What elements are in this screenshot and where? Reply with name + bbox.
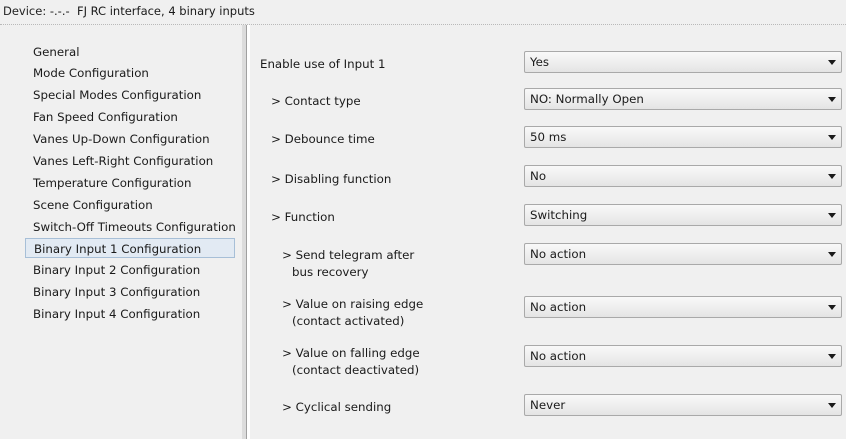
chevron-down-icon <box>828 135 836 140</box>
param-label-raising-edge-line2: (contact activated) <box>292 314 405 328</box>
param-label-function: > Function <box>271 210 335 224</box>
send-telegram-dropdown[interactable]: No action <box>524 243 842 265</box>
sidebar-item-binary-input-4-configuration[interactable]: Binary Input 4 Configuration <box>33 304 200 324</box>
cyclical-sending-dropdown[interactable]: Never <box>524 394 842 416</box>
param-label-send-telegram: > Send telegram after <box>282 248 415 262</box>
device-address: -.-.- <box>49 4 70 18</box>
sidebar-item-scene-configuration[interactable]: Scene Configuration <box>33 195 153 215</box>
panel-splitter[interactable] <box>242 25 247 439</box>
dropdown-value: Yes <box>530 55 550 69</box>
param-label-falling-edge-line2: (contact deactivated) <box>292 363 420 377</box>
param-label-debounce-time: > Debounce time <box>271 132 375 146</box>
sidebar-item-temperature-configuration[interactable]: Temperature Configuration <box>33 173 191 193</box>
device-label: Device: <box>3 4 47 18</box>
sidebar-item-fan-speed-configuration[interactable]: Fan Speed Configuration <box>33 107 178 127</box>
sidebar-item-binary-input-1-configuration[interactable]: Binary Input 1 Configuration <box>25 238 235 258</box>
debounce-time-dropdown[interactable]: 50 ms <box>524 126 842 148</box>
param-label-enable-input-1: Enable use of Input 1 <box>260 57 386 71</box>
sidebar: General Mode Configuration Special Modes… <box>0 25 243 439</box>
dropdown-value: 50 ms <box>530 130 567 144</box>
sidebar-item-mode-configuration[interactable]: Mode Configuration <box>33 63 149 83</box>
param-label-send-telegram-line2: bus recovery <box>292 265 369 279</box>
chevron-down-icon <box>828 174 836 179</box>
param-label-disabling-function: > Disabling function <box>271 172 392 186</box>
sidebar-item-vanes-left-right-configuration[interactable]: Vanes Left-Right Configuration <box>33 151 213 171</box>
falling-edge-dropdown[interactable]: No action <box>524 345 842 367</box>
dropdown-value: NO: Normally Open <box>530 92 644 106</box>
chevron-down-icon <box>828 213 836 218</box>
dropdown-value: Never <box>530 398 566 412</box>
device-title-bar: Device: -.-.- FJ RC interface, 4 binary … <box>0 0 846 25</box>
dropdown-value: No action <box>530 300 587 314</box>
chevron-down-icon <box>828 354 836 359</box>
raising-edge-dropdown[interactable]: No action <box>524 296 842 318</box>
param-label-cyclical-sending: > Cyclical sending <box>282 400 392 414</box>
contact-type-dropdown[interactable]: NO: Normally Open <box>524 88 842 110</box>
sidebar-item-switch-off-timeouts-configuration[interactable]: Switch-Off Timeouts Configuration <box>33 217 236 237</box>
param-label-falling-edge: > Value on falling edge <box>282 346 420 360</box>
param-label-raising-edge: > Value on raising edge <box>282 297 424 311</box>
chevron-down-icon <box>828 252 836 257</box>
param-label-contact-type: > Contact type <box>271 94 361 108</box>
chevron-down-icon <box>828 60 836 65</box>
chevron-down-icon <box>828 305 836 310</box>
sidebar-item-general[interactable]: General <box>33 42 80 62</box>
dropdown-value: No <box>530 169 547 183</box>
chevron-down-icon <box>828 403 836 408</box>
sidebar-item-binary-input-3-configuration[interactable]: Binary Input 3 Configuration <box>33 282 200 302</box>
sidebar-item-binary-input-2-configuration[interactable]: Binary Input 2 Configuration <box>33 260 200 280</box>
device-name: FJ RC interface, 4 binary inputs <box>76 4 255 18</box>
enable-input-1-dropdown[interactable]: Yes <box>524 51 842 73</box>
chevron-down-icon <box>828 97 836 102</box>
dropdown-value: No action <box>530 349 587 363</box>
parameter-panel: Enable use of Input 1 Yes > Contact type… <box>250 25 846 439</box>
disabling-function-dropdown[interactable]: No <box>524 165 842 187</box>
function-dropdown[interactable]: Switching <box>524 204 842 226</box>
sidebar-item-vanes-up-down-configuration[interactable]: Vanes Up-Down Configuration <box>33 129 210 149</box>
dropdown-value: Switching <box>530 208 588 222</box>
sidebar-item-special-modes-configuration[interactable]: Special Modes Configuration <box>33 85 201 105</box>
dropdown-value: No action <box>530 247 587 261</box>
